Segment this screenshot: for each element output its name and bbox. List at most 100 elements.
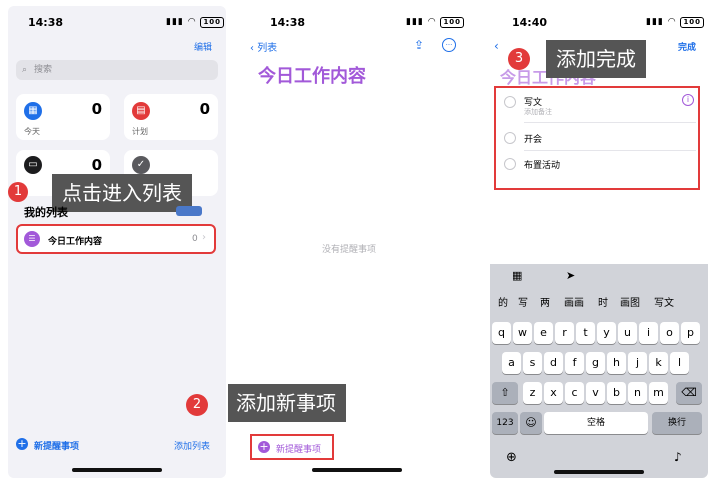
checkmark-icon: ✓ [132,156,150,174]
calendar-icon: ▦ [24,102,42,120]
tray-icon: ▭ [24,156,42,174]
space-key[interactable]: 空格 [544,412,648,434]
more-icon[interactable]: ··· [442,38,456,52]
home-indicator [554,470,644,474]
key-f[interactable]: f [565,352,584,374]
status-time: 14:40 [512,16,548,29]
key-u[interactable]: u [618,322,637,344]
all-count: 0 [91,156,102,174]
key-j[interactable]: j [628,352,647,374]
panel-empty-list: 14:38 ▮▮▮ ◠ 100 ‹ 列表 ⇪ ··· 今日工作内容 没有提醒事项… [228,6,486,478]
section-title: 我的列表 [24,206,68,219]
suggestion[interactable]: 时 [598,294,608,309]
backspace-icon: ⌫ [681,386,697,399]
status-icons: ▮▮▮ ◠ 100 [646,17,705,28]
today-label: 今天 [24,127,40,136]
key-q[interactable]: q [492,322,511,344]
card-today[interactable]: ▦ 0 今天 [16,94,110,140]
list-count: 0 [192,234,198,244]
key-b[interactable]: b [607,382,626,404]
battery-icon: 100 [200,17,225,28]
share-icon[interactable]: ⇪ [414,38,424,52]
microphone-icon[interactable]: ♪ [674,450,682,464]
suggestion[interactable]: 的 [498,294,508,309]
key-t[interactable]: t [576,322,595,344]
reminder-note[interactable]: 添加备注 [524,107,552,117]
key-z[interactable]: z [523,382,542,404]
reminder-title[interactable]: 布置活动 [524,158,560,171]
key-v[interactable]: v [586,382,605,404]
shift-icon: ⇧ [500,386,510,399]
globe-icon[interactable]: ⊕ [506,450,517,465]
new-reminder-button[interactable]: 新提醒事项 [34,439,79,452]
key-k[interactable]: k [649,352,668,374]
key-h[interactable]: h [607,352,626,374]
suggestion[interactable]: 写 [518,294,528,309]
info-icon[interactable]: i [682,94,694,106]
battery-icon: 100 [440,17,465,28]
reminder-checkbox[interactable] [504,158,516,170]
list-name: 今日工作内容 [48,237,103,247]
key-c[interactable]: c [565,382,584,404]
key-p[interactable]: p [681,322,700,344]
shift-key[interactable]: ⇧ [492,382,518,404]
location-icon[interactable]: ➤ [566,269,575,282]
plus-circle-icon[interactable]: + [16,438,28,450]
back-button[interactable]: ‹ 列表 [250,39,277,54]
suggestion[interactable]: 画图 [620,294,640,309]
step-badge-2-marker: 2 [186,394,208,416]
key-n[interactable]: n [628,382,647,404]
key-a[interactable]: a [502,352,521,374]
reminder-checkbox[interactable] [504,96,516,108]
key-r[interactable]: r [555,322,574,344]
suggestion[interactable]: 写文 [654,294,674,309]
key-d[interactable]: d [544,352,563,374]
calendar-icon[interactable]: ▦ [512,269,522,282]
list-bullets-icon: ☰ [24,231,40,247]
key-g[interactable]: g [586,352,605,374]
key-i[interactable]: i [639,322,658,344]
search-input[interactable]: ⌕ 搜索 [16,60,218,80]
suggestion-bar: 的 写 两 画画 时 画图 写文 [490,294,708,312]
key-l[interactable]: l [670,352,689,374]
add-list-button[interactable]: 添加列表 [174,439,210,452]
callout-1: 点击进入列表 [52,174,192,212]
return-key[interactable]: 换行 [652,412,702,434]
scheduled-count: 0 [199,100,210,118]
emoji-key[interactable]: ☺ [520,412,542,434]
key-w[interactable]: w [513,322,532,344]
key-e[interactable]: e [534,322,553,344]
reminder-checkbox[interactable] [504,132,516,144]
number-key[interactable]: 123 [492,412,518,434]
edit-button[interactable]: 编辑 [194,40,212,53]
reminder-list: 写文 添加备注 i 开会 布置活动 [494,86,700,190]
plus-circle-icon: + [258,440,270,453]
key-m[interactable]: m [649,382,668,404]
suggestion[interactable]: 两 [540,294,550,309]
search-placeholder: 搜索 [34,65,53,75]
edit-pill [176,206,202,216]
status-time: 14:38 [270,16,306,29]
battery-icon: 100 [680,17,705,28]
scheduled-label: 计划 [132,127,148,136]
key-x[interactable]: x [544,382,563,404]
emoji-icon: ☺ [525,416,537,429]
step-badge-3: 3 [508,48,530,70]
today-count: 0 [91,100,102,118]
back-label: 列表 [257,43,278,54]
new-reminder-button[interactable]: + 新提醒事项 [250,434,334,460]
card-scheduled[interactable]: ▤ 0 计划 [124,94,218,140]
reminder-title[interactable]: 开会 [524,132,542,145]
key-o[interactable]: o [660,322,679,344]
suggestion[interactable]: 画画 [564,294,584,309]
key-s[interactable]: s [523,352,542,374]
key-y[interactable]: y [597,322,616,344]
home-indicator [72,468,162,472]
back-chevron-icon[interactable]: ‹ [494,39,499,53]
divider [524,122,696,123]
status-icons: ▮▮▮ ◠ 100 [166,17,225,28]
list-item-today-work[interactable]: ☰ 今日工作内容 0 › [16,224,216,254]
callout-3: 添加完成 [546,40,646,78]
done-button[interactable]: 完成 [678,40,696,53]
delete-key[interactable]: ⌫ [676,382,702,404]
